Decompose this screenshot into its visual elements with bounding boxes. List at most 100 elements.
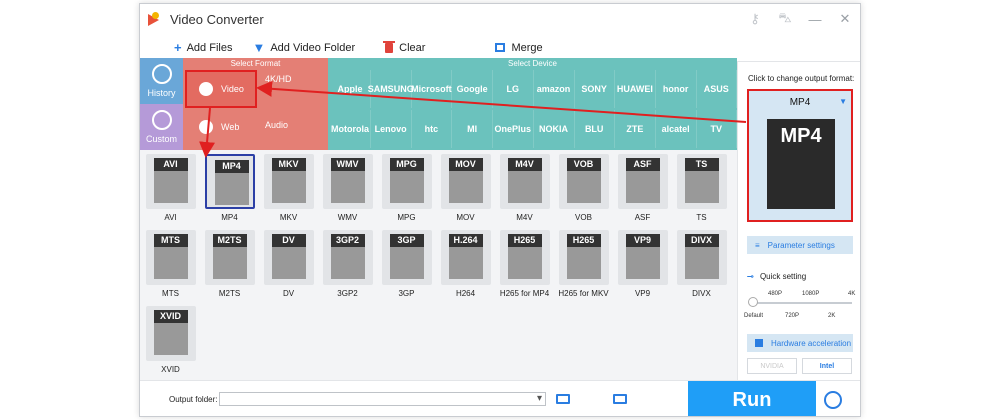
format-h265-for-mp4[interactable]: H265 H265 for MP4: [498, 230, 551, 300]
format-thumbnail: [389, 247, 424, 279]
device-nokia[interactable]: NOKIA: [534, 110, 575, 148]
format-file-icon: VP9: [617, 230, 668, 285]
quality-slider-thumb[interactable]: [748, 297, 758, 307]
format-asf[interactable]: ASF ASF: [616, 154, 669, 224]
device-huawei[interactable]: HUAWEI: [615, 70, 656, 108]
format-file-icon: MKV: [263, 154, 314, 209]
format-tag: AVI: [153, 158, 188, 171]
cart-icon[interactable]: ⛍: [770, 10, 800, 28]
device-samsung[interactable]: SAMSUNG: [368, 70, 414, 108]
device-asus[interactable]: ASUS: [696, 70, 738, 108]
format-ts[interactable]: TS TS: [675, 154, 728, 224]
quality-slider[interactable]: [752, 302, 852, 304]
format-tag: M2TS: [212, 234, 247, 247]
format-label: ASF: [634, 213, 651, 222]
app-logo-icon: [148, 12, 162, 26]
format-3gp[interactable]: 3GP 3GP: [380, 230, 433, 300]
device-lenovo[interactable]: Lenovo: [371, 110, 412, 148]
intel-option[interactable]: Intel: [802, 358, 852, 374]
merge-button[interactable]: Merge: [495, 42, 543, 54]
output-folder-label: Output folder:: [169, 395, 218, 404]
run-button[interactable]: Run: [688, 381, 816, 416]
format-3gp2[interactable]: 3GP2 3GP2: [321, 230, 374, 300]
folder-icon[interactable]: [556, 394, 570, 404]
history-button[interactable]: History: [140, 58, 183, 104]
format-mts[interactable]: MTS MTS: [144, 230, 197, 300]
parameter-settings-button[interactable]: ≡ Parameter settings: [747, 236, 853, 254]
format-mpg[interactable]: MPG MPG: [380, 154, 433, 224]
format-label: MPG: [397, 213, 416, 222]
window-title: Video Converter: [170, 11, 264, 27]
key-icon[interactable]: ⚷: [740, 11, 770, 27]
category-audio[interactable]: Audio: [265, 120, 288, 130]
format-tag: VOB: [566, 158, 601, 171]
custom-button[interactable]: Custom: [140, 104, 183, 150]
tick-1080p: 1080P: [802, 291, 820, 297]
format-label: M4V: [516, 213, 533, 222]
device-sony[interactable]: SONY: [574, 70, 616, 108]
format-xvid[interactable]: XVID XVID: [144, 306, 197, 376]
device-lg[interactable]: LG: [493, 70, 534, 108]
format-file-icon: M4V: [499, 154, 550, 209]
format-label: VP9: [634, 289, 651, 298]
format-thumbnail: [566, 171, 601, 203]
format-label: MP4: [221, 213, 238, 222]
format-vob[interactable]: VOB VOB: [557, 154, 610, 224]
format-wmv[interactable]: WMV WMV: [321, 154, 374, 224]
format-divx[interactable]: DIVX DIVX: [675, 230, 728, 300]
format-tag: DIVX: [684, 234, 719, 247]
merge-icon: [495, 43, 506, 52]
output-format-selector[interactable]: MP4 ▼ MP4: [747, 89, 853, 222]
format-avi[interactable]: AVI AVI: [144, 154, 197, 224]
nvidia-option[interactable]: NVIDIA: [747, 358, 797, 374]
device-tv[interactable]: TV: [696, 110, 738, 148]
device-motorola[interactable]: Motorola: [330, 110, 371, 148]
category-4k-hd[interactable]: 4K/HD: [265, 74, 292, 84]
clear-button[interactable]: Clear: [383, 40, 425, 54]
format-thumbnail: [566, 247, 601, 279]
device-apple[interactable]: Apple: [330, 70, 371, 108]
format-tag: MP4: [214, 160, 249, 173]
format-thumbnail: [212, 247, 247, 279]
format-thumbnail: [330, 171, 365, 203]
format-tag: MTS: [153, 234, 188, 247]
category-web[interactable]: Web: [199, 120, 239, 134]
add-files-button[interactable]: + Add Files: [174, 40, 232, 55]
add-video-folder-button[interactable]: ▼ Add Video Folder: [252, 40, 355, 55]
format-file-icon: ASF: [617, 154, 668, 209]
format-m4v[interactable]: M4V M4V: [498, 154, 551, 224]
format-file-icon: WMV: [322, 154, 373, 209]
format-file-icon: 3GP2: [322, 230, 373, 285]
device-zte[interactable]: ZTE: [615, 110, 656, 148]
trash-icon: [383, 40, 396, 53]
device-mi[interactable]: MI: [452, 110, 494, 148]
format-mkv[interactable]: MKV MKV: [262, 154, 315, 224]
hardware-acceleration-button[interactable]: Hardware acceleration: [747, 334, 853, 352]
format-file-icon: 3GP: [381, 230, 432, 285]
format-mov[interactable]: MOV MOV: [439, 154, 492, 224]
format-tag: H.264: [448, 234, 483, 247]
format-mp4[interactable]: MP4 MP4: [203, 154, 256, 224]
device-amazon[interactable]: amazon: [534, 70, 575, 108]
format-h264[interactable]: H.264 H264: [439, 230, 492, 300]
format-thumbnail: [507, 171, 542, 203]
alarm-clock-icon[interactable]: [824, 391, 842, 409]
device-google[interactable]: Google: [452, 70, 494, 108]
device-microsoft[interactable]: Microsoft: [411, 70, 453, 108]
open-output-folder-icon[interactable]: [613, 394, 627, 404]
left-nav: History Custom: [140, 58, 183, 150]
format-m2ts[interactable]: M2TS M2TS: [203, 230, 256, 300]
device-oneplus[interactable]: OnePlus: [493, 110, 534, 148]
device-blu[interactable]: BLU: [574, 110, 616, 148]
device-honor[interactable]: honor: [656, 70, 697, 108]
minimize-button[interactable]: —: [800, 12, 830, 27]
category-video[interactable]: Video: [185, 70, 257, 108]
output-folder-field[interactable]: [219, 392, 546, 406]
device-alcatel[interactable]: alcatel: [656, 110, 697, 148]
format-file-icon: TS: [676, 154, 727, 209]
format-vp9[interactable]: VP9 VP9: [616, 230, 669, 300]
device-htc[interactable]: htc: [411, 110, 453, 148]
format-dv[interactable]: DV DV: [262, 230, 315, 300]
close-button[interactable]: ✕: [830, 11, 860, 27]
format-h265-for-mkv[interactable]: H265 H265 for MKV: [557, 230, 610, 300]
